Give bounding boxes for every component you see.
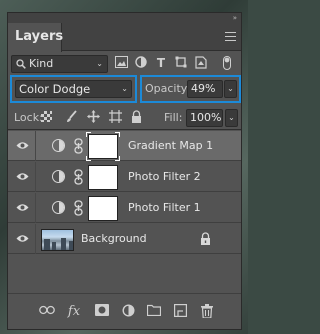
opacity-highlight: Opacity: 49% ⌄	[140, 75, 241, 103]
lock-all-icon[interactable]	[129, 110, 143, 124]
filter-row: Kind ⌄ T	[8, 53, 241, 75]
chevron-down-icon: ⌄	[121, 84, 128, 93]
opacity-field[interactable]: 49%	[187, 80, 223, 98]
smart-object-filter-icon[interactable]	[194, 56, 208, 70]
layer-name[interactable]: Gradient Map 1	[128, 139, 213, 152]
filter-kind-label: Kind	[29, 57, 54, 70]
lock-position-icon[interactable]	[86, 110, 100, 124]
link-chain-icon[interactable]	[74, 138, 83, 154]
lock-label: Lock:	[14, 111, 43, 124]
blend-mode-highlight: Color Dodge ⌄	[10, 75, 137, 103]
new-group-folder-icon[interactable]	[146, 304, 162, 320]
tab-layers[interactable]: Layers	[8, 23, 63, 52]
pixel-layer-filter-icon[interactable]	[114, 56, 128, 70]
collapse-icon[interactable]: »	[233, 14, 237, 22]
shape-layer-filter-icon[interactable]	[174, 56, 188, 70]
link-chain-icon[interactable]	[74, 200, 83, 216]
lock-artboard-icon[interactable]	[108, 110, 122, 124]
adjustment-layer-icon	[52, 170, 65, 183]
visibility-eye-icon[interactable]	[16, 233, 29, 244]
fx-icon[interactable]: fx	[66, 304, 82, 320]
fill-label: Fill:	[164, 111, 183, 124]
visibility-eye-icon[interactable]	[16, 202, 29, 213]
type-layer-filter-icon[interactable]: T	[154, 56, 168, 70]
layer-mask-thumbnail[interactable]	[88, 134, 118, 159]
filter-kind-select[interactable]: Kind ⌄	[11, 55, 108, 73]
layers-panel: » Layers Kind ⌄ T Color Dodge ⌄ Opacity:…	[7, 12, 242, 330]
layer-mask-thumbnail[interactable]	[88, 196, 118, 221]
search-icon	[16, 59, 26, 69]
layer-row-photo-filter-2[interactable]: Photo Filter 2	[8, 162, 241, 192]
layer-name[interactable]: Background	[81, 232, 147, 245]
opacity-label: Opacity:	[145, 82, 191, 95]
opacity-slider-button[interactable]: ⌄	[224, 80, 237, 98]
trash-icon[interactable]	[199, 304, 215, 320]
panel-title-bar[interactable]: »	[8, 13, 241, 23]
fill-field[interactable]: 100%	[186, 109, 223, 127]
adjustment-layer-icon	[52, 139, 65, 152]
layer-name[interactable]: Photo Filter 2	[128, 170, 201, 183]
link-chain-icon[interactable]	[74, 169, 83, 185]
layer-mask-thumbnail[interactable]	[88, 165, 118, 190]
adjustment-layer-filter-icon[interactable]	[134, 56, 148, 70]
lock-transparent-pixels-icon[interactable]	[41, 111, 52, 122]
layer-row-background[interactable]: Background	[8, 224, 241, 254]
link-layers-icon[interactable]	[39, 304, 55, 320]
divider	[35, 162, 36, 192]
layer-row-photo-filter-1[interactable]: Photo Filter 1	[8, 193, 241, 223]
divider	[35, 224, 36, 254]
lock-icon[interactable]	[200, 232, 211, 245]
panel-menu-icon[interactable]	[225, 32, 236, 41]
bottom-toolbar: fx	[8, 293, 241, 329]
divider	[35, 193, 36, 223]
layer-row-gradient-map-1[interactable]: Gradient Map 1	[8, 131, 241, 161]
tab-bar: Layers	[8, 23, 241, 52]
adjustment-layer-icon	[52, 201, 65, 214]
filter-toggle-icon[interactable]	[220, 56, 234, 70]
layer-thumbnail[interactable]	[41, 229, 74, 251]
fill-slider-button[interactable]: ⌄	[225, 109, 238, 127]
chevron-down-icon: ⌄	[96, 59, 103, 68]
add-mask-icon[interactable]	[94, 304, 110, 320]
lock-image-pixels-icon[interactable]	[65, 110, 79, 124]
new-layer-icon[interactable]	[172, 304, 188, 320]
layer-name[interactable]: Photo Filter 1	[128, 201, 201, 214]
blend-mode-select[interactable]: Color Dodge ⌄	[15, 80, 132, 98]
new-adjustment-layer-icon[interactable]	[120, 304, 136, 320]
divider	[35, 131, 36, 161]
visibility-eye-icon[interactable]	[16, 140, 29, 151]
lock-row: Lock: Fill: 100% ⌄	[8, 106, 241, 130]
blend-mode-value: Color Dodge	[19, 82, 91, 96]
visibility-eye-icon[interactable]	[16, 171, 29, 182]
